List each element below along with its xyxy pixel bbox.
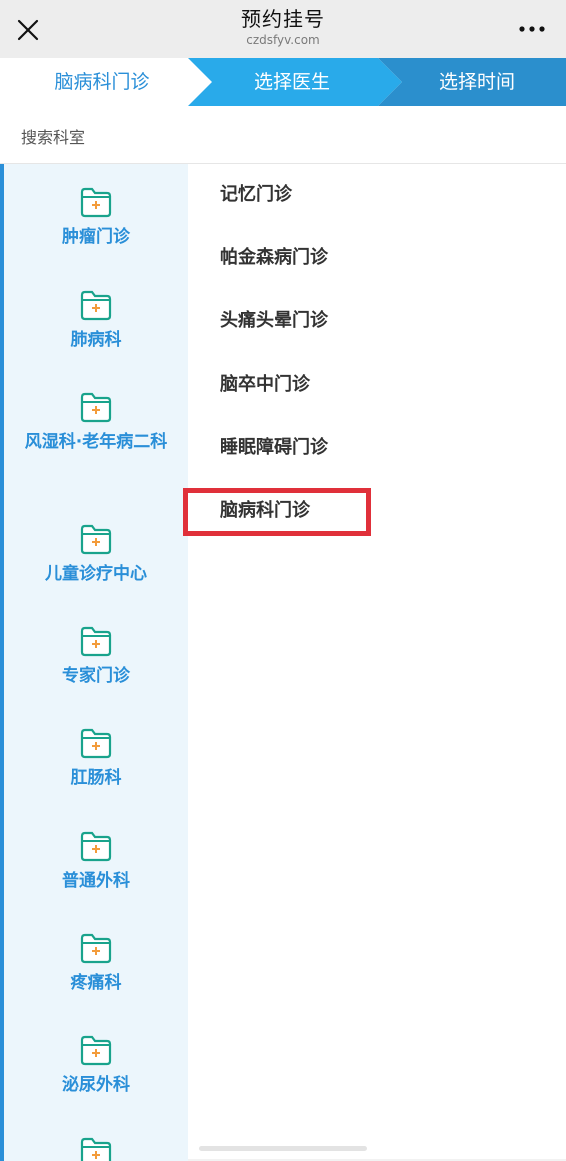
step-department[interactable]: 脑病科门诊 — [0, 58, 204, 106]
department-item[interactable]: 肿瘤门诊 — [4, 186, 188, 252]
department-item[interactable]: 儿童诊疗中心 — [4, 523, 188, 589]
department-item[interactable]: 普通外科 — [4, 830, 188, 896]
folder-plus-icon — [80, 831, 112, 862]
department-label: 泌尿外科 — [62, 1075, 130, 1095]
folder-plus-icon — [80, 290, 112, 321]
clinic-item[interactable]: 脑卒中门诊 — [220, 373, 310, 397]
department-item[interactable]: 疼痛科 — [4, 932, 188, 998]
department-label: 风湿科·老年病二科 — [24, 432, 168, 452]
department-label: 儿童诊疗中心 — [45, 564, 147, 584]
folder-plus-icon — [80, 626, 112, 657]
department-label: 肿瘤门诊 — [62, 227, 130, 247]
page-domain: czdsfyv.com — [246, 33, 320, 47]
folder-plus-icon — [80, 728, 112, 759]
department-label: 肺病科 — [70, 330, 122, 350]
clinic-item[interactable]: 睡眠障碍门诊 — [220, 436, 328, 460]
department-item[interactable]: 肺病科 — [4, 289, 188, 355]
folder-plus-icon — [80, 1137, 112, 1161]
step-time[interactable]: 选择时间 — [388, 58, 566, 106]
clinic-item[interactable]: 头痛头晕门诊 — [220, 309, 328, 333]
page-title: 预约挂号 — [241, 7, 325, 31]
highlight-annotation — [183, 488, 371, 536]
folder-plus-icon — [80, 392, 112, 423]
more-icon[interactable] — [518, 17, 546, 41]
folder-plus-icon — [80, 933, 112, 964]
clinic-item[interactable]: 帕金森病门诊 — [220, 246, 328, 270]
department-label: 疼痛科 — [70, 973, 122, 993]
step-doctor[interactable]: 选择医生 — [204, 58, 380, 106]
department-label: 专家门诊 — [62, 666, 130, 686]
department-label: 肛肠科 — [70, 768, 122, 788]
nav-title-block: 预约挂号 czdsfyv.com — [0, 6, 566, 48]
department-item[interactable]: 泌尿外科 — [4, 1034, 188, 1100]
folder-plus-icon — [80, 524, 112, 555]
clinic-item[interactable]: 记忆门诊 — [220, 183, 292, 207]
search-label[interactable]: 搜索科室 — [21, 124, 85, 148]
clinic-list: 记忆门诊 帕金森病门诊 头痛头晕门诊 脑卒中门诊 睡眠障碍门诊 脑病科门诊 — [188, 164, 566, 1161]
department-item[interactable]: 肛肠科 — [4, 727, 188, 793]
department-label: 普通外科 — [62, 871, 130, 891]
top-navbar: 预约挂号 czdsfyv.com — [0, 0, 566, 58]
booking-steps: 脑病科门诊 选择医生 选择时间 — [0, 58, 566, 106]
department-list: 肿瘤门诊 肺病科 风湿科·老年病二科 儿童诊疗中心 专家门诊 肛肠科 普通外科 … — [0, 164, 188, 1161]
department-search[interactable]: 搜索科室 — [0, 106, 566, 164]
horizontal-scrollbar[interactable] — [199, 1146, 367, 1151]
folder-plus-icon — [80, 187, 112, 218]
department-item[interactable]: 风湿科·老年病二科 — [4, 391, 188, 457]
department-item[interactable]: 专家门诊 — [4, 625, 188, 691]
department-item[interactable] — [4, 1136, 188, 1161]
folder-plus-icon — [80, 1035, 112, 1066]
